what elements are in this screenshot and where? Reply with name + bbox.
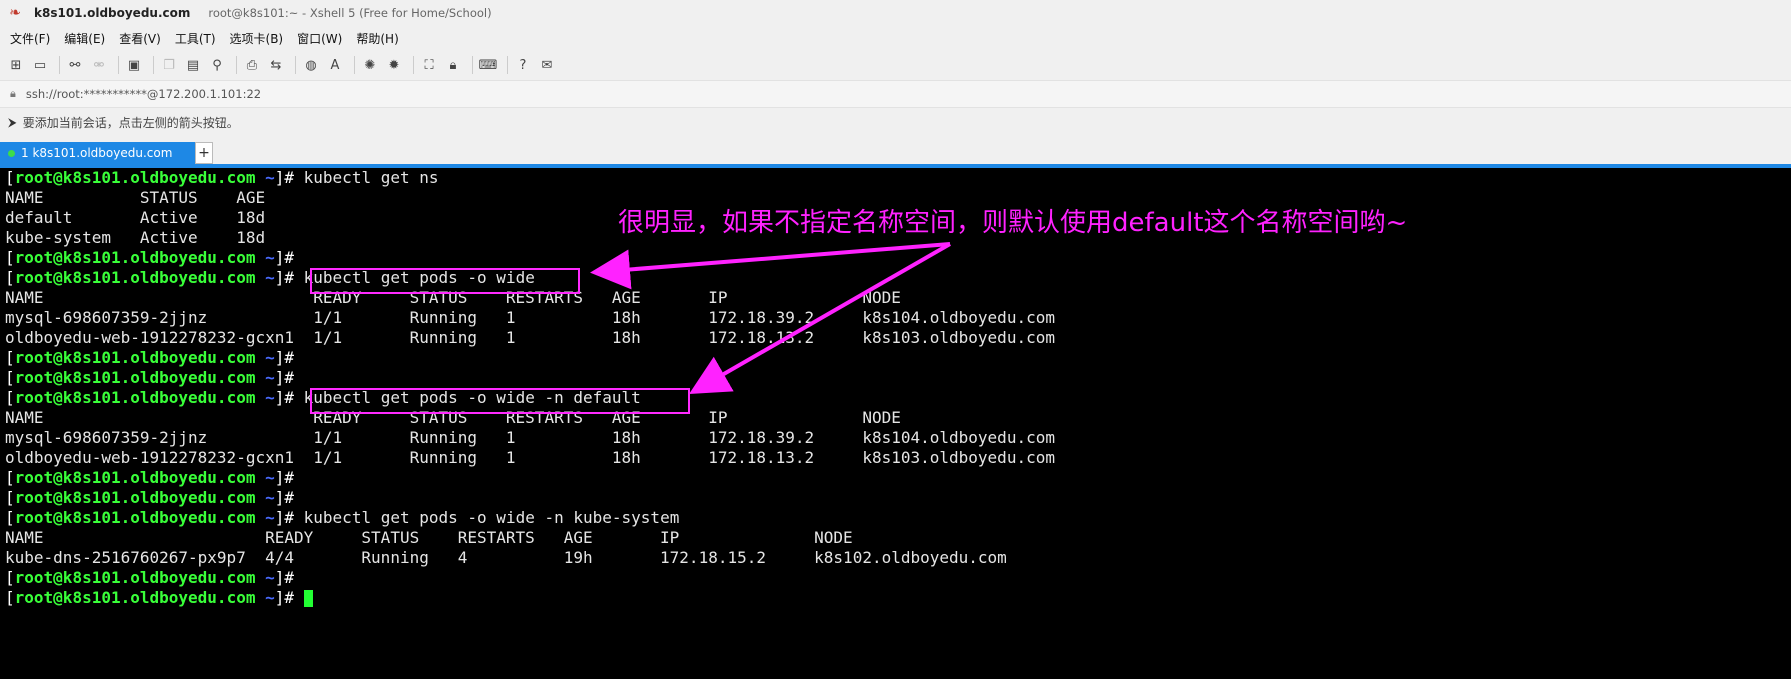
annotation-arrows (590, 242, 951, 394)
annotation-arrow-1 (590, 242, 951, 290)
annotation-arrow-2 (689, 242, 951, 394)
